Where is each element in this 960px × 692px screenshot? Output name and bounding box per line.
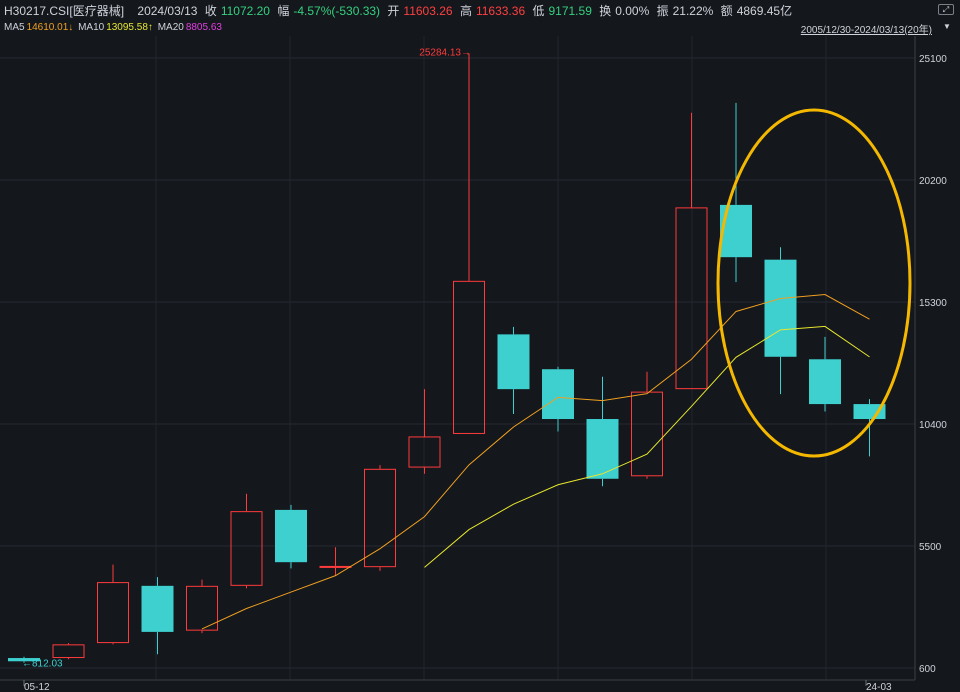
candle-body xyxy=(542,369,574,420)
y-tick-labels: 600 5500 10400 15300 20200 25100 xyxy=(919,54,947,675)
candle xyxy=(453,53,485,434)
candle-body xyxy=(764,259,797,357)
candle xyxy=(720,102,752,283)
candle xyxy=(52,643,85,660)
candle xyxy=(275,504,307,569)
gridlines xyxy=(0,36,915,680)
y-tick-label: 600 xyxy=(919,664,936,675)
candle xyxy=(230,493,263,589)
candle xyxy=(542,366,574,432)
candle xyxy=(186,579,218,634)
candle xyxy=(97,564,129,645)
candle-body xyxy=(275,509,307,563)
x-tick-label: 05-12 xyxy=(24,682,50,692)
ma10-line xyxy=(424,325,870,568)
y-tick-label: 15300 xyxy=(919,298,947,309)
candle-body xyxy=(586,419,619,479)
candle xyxy=(586,376,619,487)
candle-body xyxy=(497,334,530,390)
y-tick-label: 10400 xyxy=(919,420,947,431)
candle xyxy=(497,326,530,415)
candle-body xyxy=(631,391,663,477)
x-tick-label: 24-03 xyxy=(866,682,892,692)
candle xyxy=(764,247,797,395)
highlight-ellipse xyxy=(716,108,912,458)
candle xyxy=(319,547,352,576)
candle-body xyxy=(52,644,85,659)
min-annotation: ←812.03 xyxy=(22,659,63,670)
candle-body xyxy=(809,359,841,405)
candles xyxy=(8,53,886,663)
candle-body xyxy=(230,511,263,586)
candle-body xyxy=(453,280,485,434)
x-tick-labels: 05-12 24-03 xyxy=(23,680,892,692)
candlestick-chart: 600 5500 10400 15300 20200 25100 05-12 24-03 2… xyxy=(0,36,947,692)
y-tick-label: 25100 xyxy=(919,54,947,65)
candle xyxy=(141,577,174,655)
max-annotation: 25284.13→ xyxy=(419,47,471,58)
candle-body xyxy=(364,468,396,568)
annotations: 25284.13→ ←812.03 xyxy=(22,47,471,669)
candle-body xyxy=(319,565,352,568)
y-tick-label: 20200 xyxy=(919,176,947,187)
candle-body xyxy=(97,582,129,644)
candle xyxy=(809,336,841,412)
candle xyxy=(631,371,663,479)
candle-body xyxy=(141,585,174,632)
y-tick-label: 5500 xyxy=(919,542,942,553)
